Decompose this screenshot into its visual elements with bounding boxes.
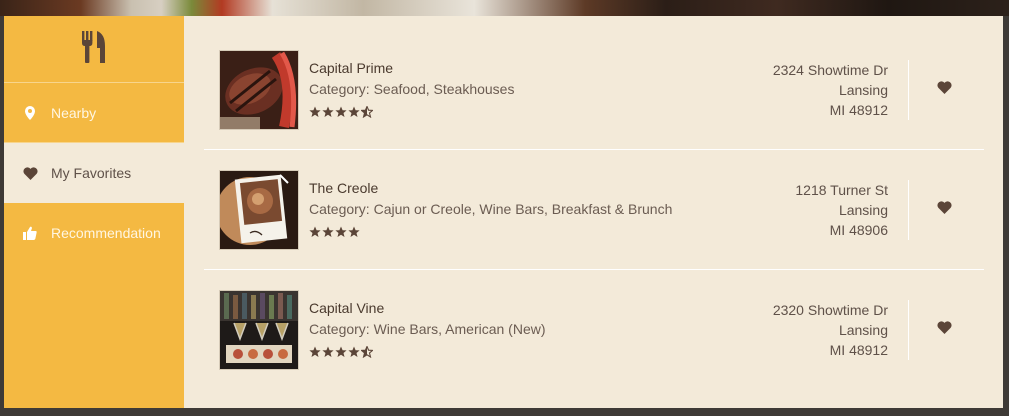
list-item[interactable]: The Creole Category: Cajun or Creole, Wi… xyxy=(204,150,984,270)
star-icon xyxy=(348,225,360,243)
address-city: Lansing xyxy=(838,322,888,338)
restaurant-address: 2320 Showtime Dr Lansing MI 48912 xyxy=(773,300,888,360)
restaurant-thumbnail[interactable] xyxy=(220,291,298,369)
nav-item-nearby[interactable]: Nearby xyxy=(4,83,184,143)
vertical-divider xyxy=(908,300,909,360)
heart-icon xyxy=(936,321,952,339)
fork-knife-icon xyxy=(81,30,107,68)
star-icon xyxy=(309,345,321,363)
restaurant-name[interactable]: Capital Prime xyxy=(309,60,514,76)
restaurant-info: The Creole Category: Cajun or Creole, Wi… xyxy=(309,180,672,243)
app-frame: Nearby My Favorites Recommendation Capit… xyxy=(4,16,1003,408)
address-street: 1218 Turner St xyxy=(795,182,888,198)
header-photo-strip xyxy=(0,0,1009,16)
list-item[interactable]: Capital Vine Category: Wine Bars, Americ… xyxy=(204,270,984,390)
star-icon xyxy=(322,225,334,243)
nav-item-recommendation[interactable]: Recommendation xyxy=(4,203,184,263)
favorite-button[interactable] xyxy=(934,80,954,100)
favorite-button[interactable] xyxy=(934,200,954,220)
restaurant-info: Capital Prime Category: Seafood, Steakho… xyxy=(309,60,514,123)
thumbs-up-icon xyxy=(22,225,38,241)
map-pin-icon xyxy=(22,105,38,121)
half-star-icon xyxy=(359,105,375,123)
star-icon xyxy=(309,225,321,243)
star-icon xyxy=(309,105,321,123)
logo[interactable] xyxy=(4,16,184,83)
heart-icon xyxy=(936,201,952,219)
address-city: Lansing xyxy=(838,82,888,98)
list-item[interactable]: Capital Prime Category: Seafood, Steakho… xyxy=(204,30,984,150)
restaurant-category: Category: Wine Bars, American (New) xyxy=(309,321,546,337)
star-icon xyxy=(348,345,360,363)
restaurant-category: Category: Cajun or Creole, Wine Bars, Br… xyxy=(309,201,673,217)
address-street: 2324 Showtime Dr xyxy=(772,62,888,78)
address-city: Lansing xyxy=(838,202,888,218)
star-icon xyxy=(335,225,347,243)
nav-item-label: Nearby xyxy=(51,104,97,121)
sidebar: Nearby My Favorites Recommendation xyxy=(4,16,184,408)
half-star-icon xyxy=(359,345,375,363)
star-icon xyxy=(348,105,360,123)
restaurant-thumbnail[interactable] xyxy=(220,51,298,129)
vertical-divider xyxy=(908,180,909,240)
rating-stars xyxy=(309,345,546,363)
star-icon xyxy=(335,105,347,123)
vertical-divider xyxy=(908,60,909,120)
restaurant-address: 2324 Showtime Dr Lansing MI 48912 xyxy=(773,60,888,120)
address-street: 2320 Showtime Dr xyxy=(772,302,888,318)
heart-icon xyxy=(22,165,38,181)
restaurant-category: Category: Seafood, Steakhouses xyxy=(309,81,515,97)
rating-stars xyxy=(309,225,672,243)
address-state-zip: MI 48906 xyxy=(829,222,888,238)
nav-item-my-favorites[interactable]: My Favorites xyxy=(4,143,184,203)
star-icon xyxy=(335,345,347,363)
nav-item-label: Recommendation xyxy=(51,225,161,241)
favorite-button[interactable] xyxy=(934,320,954,340)
favorites-list: Capital Prime Category: Seafood, Steakho… xyxy=(204,30,984,390)
heart-icon xyxy=(936,81,952,99)
address-state-zip: MI 48912 xyxy=(829,342,888,358)
restaurant-name[interactable]: The Creole xyxy=(309,180,672,196)
address-state-zip: MI 48912 xyxy=(829,102,888,118)
restaurant-name[interactable]: Capital Vine xyxy=(309,300,546,316)
restaurant-thumbnail[interactable] xyxy=(216,171,298,249)
nav-item-label: My Favorites xyxy=(51,165,132,181)
star-icon xyxy=(322,345,334,363)
restaurant-address: 1218 Turner St Lansing MI 48906 xyxy=(795,180,888,240)
rating-stars xyxy=(309,105,514,123)
star-icon xyxy=(322,105,334,123)
restaurant-info: Capital Vine Category: Wine Bars, Americ… xyxy=(309,300,546,363)
